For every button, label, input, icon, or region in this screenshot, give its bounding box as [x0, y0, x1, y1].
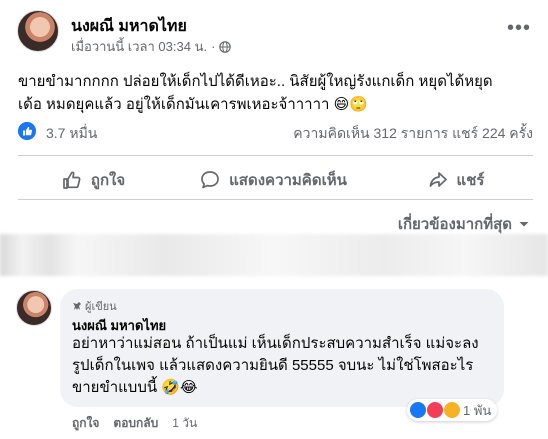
- post-stats: 3.7 หมื่น ความคิดเห็น 312 รายการ แชร์ 22…: [18, 121, 533, 143]
- chevron-down-icon: [519, 222, 529, 227]
- comment-sort-label: เกี่ยวข้องมากที่สุด: [397, 216, 512, 233]
- post-text-line: เด้อ หมดยุคแล้ว อยู่ให้เด็กมันเคารพเหอะจ…: [18, 96, 368, 113]
- post-timestamp[interactable]: เมื่อวานนี้ เวลา 03:34 น.: [71, 36, 207, 57]
- like-count[interactable]: 3.7 หมื่น: [46, 123, 97, 145]
- comment-button-label: แสดงความคิดเห็น: [229, 172, 347, 189]
- post-meta: เมื่อวานนี้ เวลา 03:34 น. ·: [71, 36, 232, 57]
- share-icon: [429, 172, 447, 187]
- comment-button[interactable]: แสดงความคิดเห็น: [168, 163, 378, 197]
- comment-sort-dropdown[interactable]: เกี่ยวข้องมากที่สุด: [398, 212, 530, 236]
- comment-text-line: ขายขำแบบนี้ 🤣😂: [72, 379, 198, 396]
- share-button[interactable]: แชร์: [378, 163, 533, 197]
- comment-text: อย่าหาว่าแม่สอน ถ้าเป็นแม่ เห็นเด็กประสบ…: [72, 333, 492, 399]
- blurred-comment-placeholder: [0, 234, 548, 276]
- author-badge-icon: [73, 302, 81, 310]
- haha-reaction-icon: [443, 401, 461, 419]
- comment-reply-action[interactable]: ตอบกลับ: [113, 414, 158, 433]
- comment-author-avatar[interactable]: [16, 290, 52, 326]
- comment-bubble: ผู้เขียน นงผณี มหาดไทย อย่าหาว่าแม่สอน ถ…: [60, 289, 504, 407]
- author-avatar[interactable]: [17, 10, 59, 52]
- comment-like-action[interactable]: ถูกใจ: [72, 414, 99, 433]
- author-badge: ผู้เขียน: [72, 297, 117, 315]
- comment-age[interactable]: 1 วัน: [172, 414, 197, 433]
- divider: [18, 155, 533, 156]
- comment-actions: ถูกใจ ตอบกลับ 1 วัน: [72, 414, 197, 433]
- comments-shares-count[interactable]: ความคิดเห็น 312 รายการ แชร์ 224 ครั้ง: [293, 123, 533, 145]
- love-reaction-icon: [426, 401, 444, 419]
- post-text: ขายขำมากกกก ปล่อยให้เด็กไปได้ดีเหอะ.. นิ…: [18, 70, 533, 116]
- comment-text-line: รูปเด็กในเพจ แล้วแสดงความยินดี 55555 จบน…: [72, 357, 474, 374]
- globe-icon: [219, 40, 232, 53]
- share-button-label: แชร์: [456, 172, 485, 189]
- comment-reactions[interactable]: 1 พัน: [407, 399, 498, 421]
- divider: [18, 199, 533, 200]
- like-button-label: ถูกใจ: [90, 172, 126, 189]
- comment-icon: [201, 171, 219, 189]
- post-header: นงผณี มหาดไทย เมื่อวานนี้ เวลา 03:34 น. …: [17, 10, 537, 54]
- meta-separator: ·: [211, 39, 216, 54]
- thumb-up-icon: [63, 171, 81, 189]
- like-reaction-icon: [409, 401, 427, 419]
- post-actions: ถูกใจ แสดงความคิดเห็น แชร์: [18, 163, 533, 197]
- like-reaction-icon[interactable]: [18, 122, 36, 140]
- post-text-line: ขายขำมากกกก ปล่อยให้เด็กไปได้ดีเหอะ.. นิ…: [18, 73, 493, 90]
- reaction-count: 1 พัน: [463, 402, 492, 418]
- like-button[interactable]: ถูกใจ: [18, 163, 168, 197]
- comment-text-line: อย่าหาว่าแม่สอน ถ้าเป็นแม่ เห็นเด็กประสบ…: [72, 335, 479, 352]
- more-icon[interactable]: •••: [507, 18, 531, 38]
- author-badge-label: ผู้เขียน: [85, 301, 117, 313]
